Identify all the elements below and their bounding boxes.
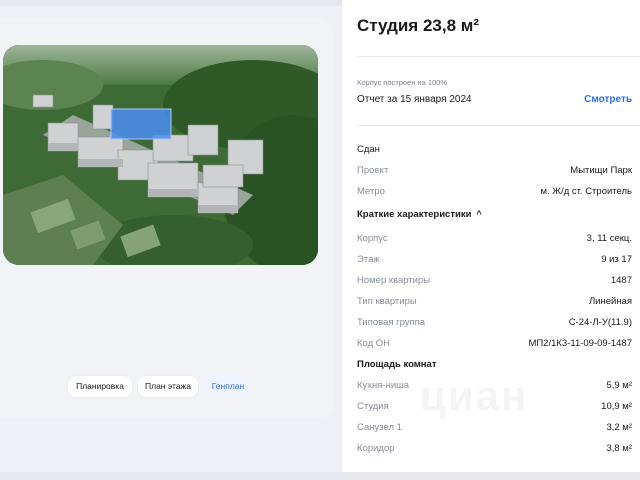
row-value: МП2/1К3-11-09-09-1487: [528, 338, 632, 349]
tab-layout[interactable]: Планировка: [68, 376, 132, 397]
view-report-link[interactable]: Смотреть: [584, 94, 632, 105]
section-title: Краткие характеристики: [357, 209, 472, 220]
bottom-strip: [0, 472, 640, 480]
chevron-up-icon: ^: [476, 209, 482, 219]
site-plan-image[interactable]: [3, 45, 318, 265]
highlighted-building[interactable]: [111, 109, 171, 139]
row-key: Корпус: [357, 233, 388, 244]
listing-title: Студия 23,8 м²: [357, 16, 479, 35]
row-value: 3,8 м²: [606, 443, 632, 454]
tab-floor-plan[interactable]: План этажа: [138, 376, 198, 397]
row-value: Мытищи Парк: [570, 165, 632, 176]
row-key: Санузел 1: [357, 422, 402, 433]
row-value: С-24-Л-У(11.9): [568, 317, 632, 328]
row-key: Кухня-ниша: [357, 380, 410, 391]
row-value: 9 из 17: [601, 254, 632, 265]
aerial-render: [3, 45, 318, 265]
row-key: Проект: [357, 165, 389, 176]
row-value: м. Ж/д ст. Строитель: [540, 186, 632, 197]
row-value: 3,2 м²: [606, 422, 632, 433]
row-key: Типовая группа: [357, 317, 426, 328]
build-progress-note: Корпус построен на 100%: [357, 78, 448, 87]
row-key: Студия: [357, 401, 389, 412]
row-key: Тип квартиры: [357, 296, 417, 307]
row-key: Метро: [357, 186, 385, 197]
rooms-area-heading: Площадь комнат: [357, 359, 437, 370]
row-key: Код ОН: [357, 338, 391, 349]
characteristics-toggle[interactable]: Краткие характеристики ^: [357, 209, 482, 220]
row-key: Коридор: [357, 443, 395, 454]
view-tabs: Планировка План этажа Генплан: [0, 376, 334, 398]
divider: [357, 125, 640, 126]
row-value: 3, 11 секц.: [586, 233, 632, 244]
row-key: Номер квартиры: [357, 275, 431, 286]
row-value: Линейная: [588, 296, 632, 307]
tab-site-plan[interactable]: Генплан: [204, 376, 252, 397]
details-panel: Студия 23,8 м² Корпус построен на 100% О…: [342, 0, 640, 480]
status-text: Сдан: [357, 144, 380, 155]
divider: [357, 56, 640, 57]
row-value: 1487: [610, 275, 632, 286]
report-date: Отчет за 15 января 2024: [357, 94, 472, 105]
row-key: Этаж: [357, 254, 380, 265]
row-value: 10,9 м²: [601, 401, 632, 412]
row-value: 5,9 м²: [606, 380, 632, 391]
